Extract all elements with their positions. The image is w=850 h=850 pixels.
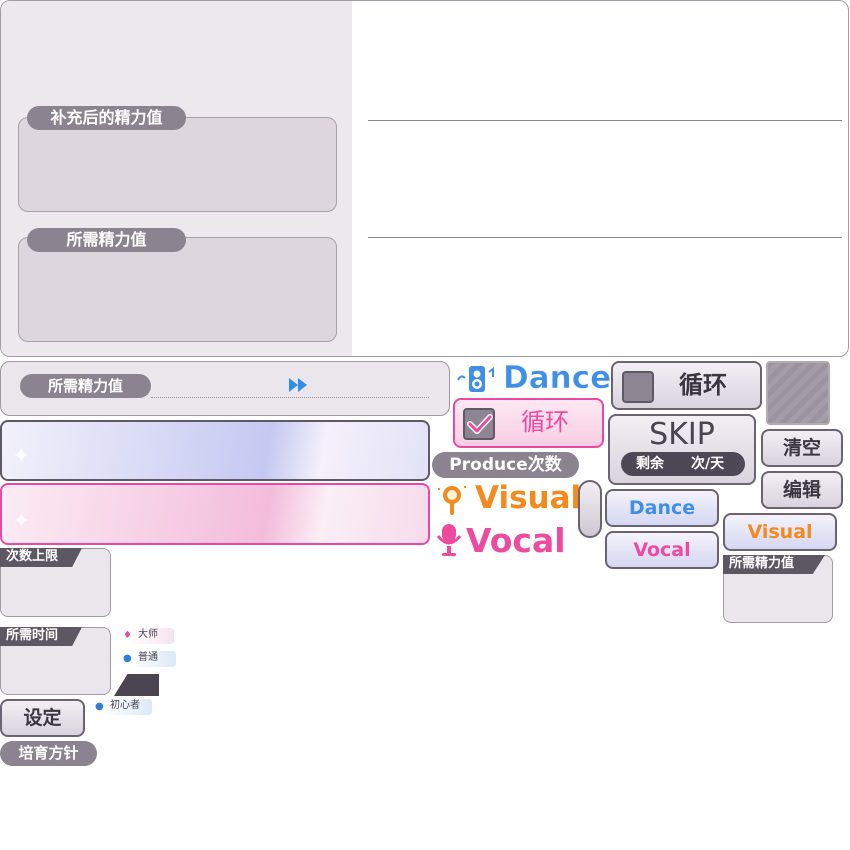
hand-mirror-icon — [438, 486, 466, 515]
difficulty-master-label: 大师 — [138, 629, 158, 640]
difficulty-normal-label: 普通 — [138, 652, 158, 663]
dance-slider-bar[interactable]: ✦ — [0, 420, 430, 481]
dance-label: Dance — [503, 360, 612, 397]
after-refill-label: 补充后的精力值 — [27, 106, 186, 130]
skip-title: SKIP — [649, 417, 715, 452]
vocal-label: Vocal — [466, 521, 566, 560]
loop-toggle-unchecked[interactable]: 循环 — [611, 361, 762, 410]
difficulty-normal: ● 普通 — [118, 651, 176, 667]
dance-tab[interactable]: Dance — [605, 489, 719, 527]
difficulty-beginner-label: 初心者 — [110, 700, 140, 711]
skip-remaining-label: 剩余 — [636, 456, 664, 472]
loop-label: 循环 — [679, 371, 727, 399]
difficulty-locked-swatch — [114, 674, 159, 696]
edit-button[interactable]: 编辑 — [761, 471, 843, 509]
main-panel: 补充后的精力值 所需精力值 — [0, 0, 849, 357]
required-energy-row: 所需精力值 — [0, 361, 450, 416]
vocal-tab[interactable]: Vocal — [605, 531, 719, 569]
required-energy-row-label: 所需精力值 — [20, 374, 151, 398]
after-refill-value-box — [18, 117, 337, 212]
difficulty-beginner: ● 初心者 — [90, 699, 152, 715]
dotted-line — [151, 397, 429, 398]
sprout-icon: ● — [95, 701, 104, 712]
divider-line — [368, 120, 842, 121]
vocal-slider-bar[interactable]: ✦ — [0, 483, 430, 545]
checkmark-icon — [467, 414, 493, 434]
divider-line — [368, 237, 842, 238]
flame-icon: ♦ — [123, 630, 132, 641]
leaf-icon: ● — [123, 653, 132, 664]
required-energy-label: 所需精力值 — [27, 228, 186, 252]
loop-toggle-checked[interactable]: 循环 — [453, 398, 604, 448]
policy-label: 培育方针 — [0, 741, 97, 766]
required-energy-box — [18, 237, 337, 342]
fast-forward-icon[interactable] — [287, 377, 311, 393]
small-required-energy-label: 所需精力值 — [723, 555, 825, 574]
skip-per-day-label: 次/天 — [691, 456, 725, 472]
visual-label: Visual — [475, 480, 582, 516]
produce-count-label: Produce次数 — [432, 452, 579, 478]
speaker-icon — [457, 366, 494, 392]
sparkle-icon: ✦ — [12, 509, 31, 534]
set-button[interactable]: 设定 — [0, 699, 85, 737]
clear-button[interactable]: 清空 — [761, 429, 843, 467]
sparkle-icon: ✦ — [12, 444, 31, 469]
scroll-thumb[interactable] — [578, 480, 602, 538]
checkbox-unchecked[interactable] — [622, 371, 654, 403]
checkbox-checked[interactable] — [463, 408, 495, 440]
difficulty-master: ♦ 大师 — [118, 628, 174, 644]
loop-label-checked: 循环 — [521, 408, 569, 436]
disabled-placeholder-icon — [766, 361, 830, 425]
limit-label: 次数上限 — [0, 548, 82, 567]
visual-tab[interactable]: Visual — [723, 513, 837, 551]
time-label: 所需时间 — [0, 627, 82, 646]
skip-button[interactable]: SKIP 剩余 次/天 — [608, 414, 756, 485]
skip-remaining-pill: 剩余 次/天 — [621, 452, 745, 476]
microphone-icon — [436, 524, 462, 556]
